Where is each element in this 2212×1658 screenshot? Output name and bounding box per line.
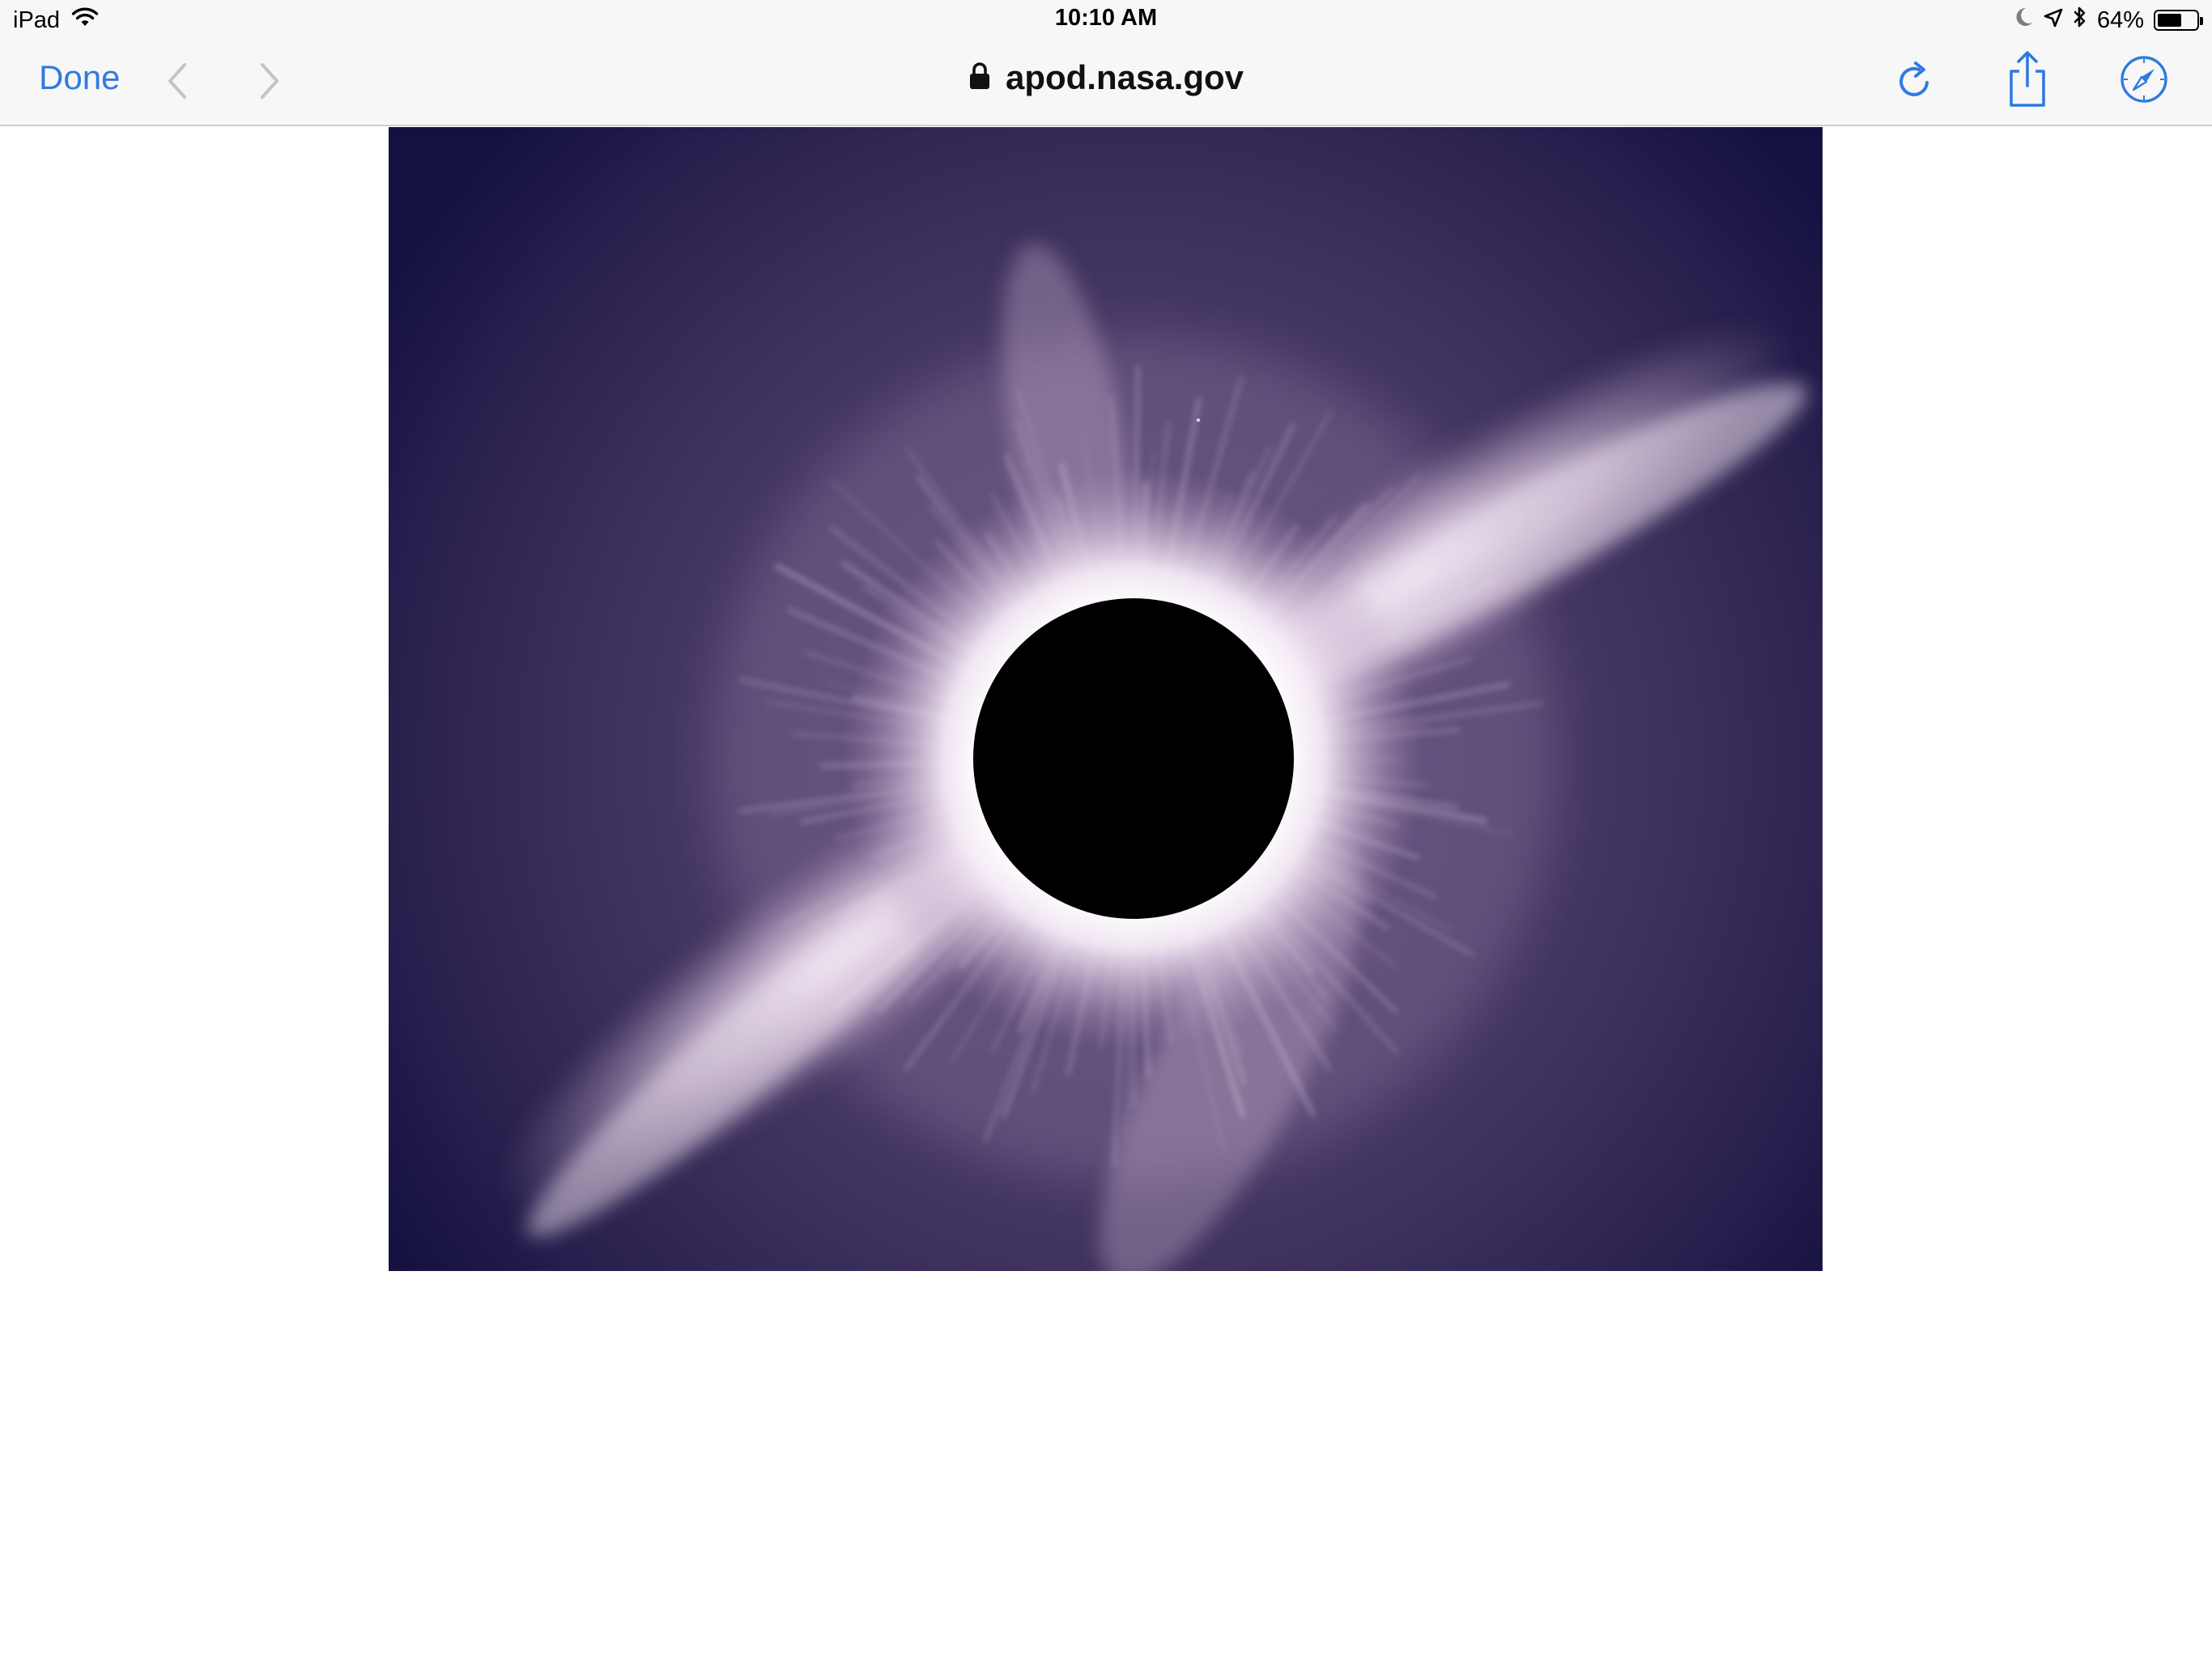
eclipse-image (389, 127, 1823, 1271)
reload-button[interactable] (1882, 49, 1946, 113)
moon-disk (973, 598, 1294, 919)
compass-icon (2119, 54, 2169, 108)
location-arrow-icon (2044, 7, 2063, 34)
bluetooth-icon (2073, 6, 2087, 35)
screen: iPad 10:10 AM 64% Done apod.nasa.gov (0, 0, 2212, 1658)
battery-level (2158, 14, 2182, 27)
open-in-safari-button[interactable] (2112, 49, 2176, 113)
battery-icon (2154, 10, 2203, 31)
share-icon (2005, 50, 2050, 113)
share-button[interactable] (1995, 49, 2060, 113)
battery-percent: 64% (2096, 6, 2144, 33)
status-right: 64% (2014, 5, 2203, 36)
browser-chrome: iPad 10:10 AM 64% Done apod.nasa.gov (0, 0, 2212, 126)
lock-icon (968, 62, 991, 95)
reload-icon (1895, 58, 1933, 104)
moon-icon (2014, 6, 2034, 34)
status-bar: iPad 10:10 AM 64% (0, 0, 2212, 39)
address-bar[interactable]: apod.nasa.gov (0, 55, 2212, 100)
status-time: 10:10 AM (1054, 5, 1158, 31)
navigation-bar: Done apod.nasa.gov (0, 40, 2212, 125)
url-text: apod.nasa.gov (1005, 58, 1244, 96)
